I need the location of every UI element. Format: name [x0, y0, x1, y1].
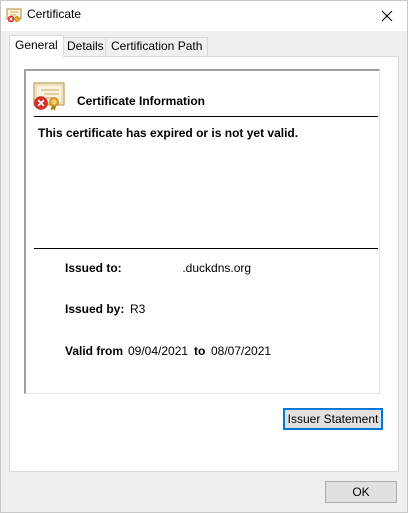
- certificate-window: Certificate General Details Certificatio…: [0, 0, 408, 513]
- certificate-info-heading: Certificate Information: [77, 94, 206, 108]
- valid-to-label: to: [194, 344, 206, 358]
- details-divider: [34, 248, 378, 249]
- issued-by-label: Issued by:: [65, 302, 125, 316]
- close-icon: [381, 10, 393, 22]
- issuer-statement-button[interactable]: Issuer Statement: [283, 408, 383, 430]
- issued-to-value: .duckdns.org: [179, 261, 252, 275]
- certificate-info-box: Certificate Information This certificate…: [24, 69, 380, 394]
- heading-divider: [34, 116, 378, 117]
- title-bar: Certificate: [1, 1, 407, 31]
- tab-strip: General Details Certification Path: [9, 35, 399, 57]
- issued-by-value: R3: [130, 302, 146, 316]
- valid-from-label: Valid from: [65, 344, 124, 358]
- tab-certification-path[interactable]: Certification Path: [105, 37, 209, 56]
- certificate-error-icon: [33, 82, 65, 111]
- ok-button[interactable]: OK: [325, 481, 397, 503]
- general-tab-panel: Certificate Information This certificate…: [9, 56, 399, 472]
- tab-details[interactable]: Details: [61, 37, 110, 56]
- valid-to-value: 08/07/2021: [211, 344, 272, 358]
- window-title: Certificate: [27, 7, 82, 21]
- certificate-warning-text: This certificate has expired or is not y…: [38, 126, 299, 140]
- issued-to-label: Issued to:: [65, 261, 122, 275]
- tab-general[interactable]: General: [9, 35, 64, 57]
- close-button[interactable]: [367, 1, 407, 31]
- certificate-icon: [6, 8, 22, 23]
- valid-from-value: 09/04/2021: [128, 344, 189, 358]
